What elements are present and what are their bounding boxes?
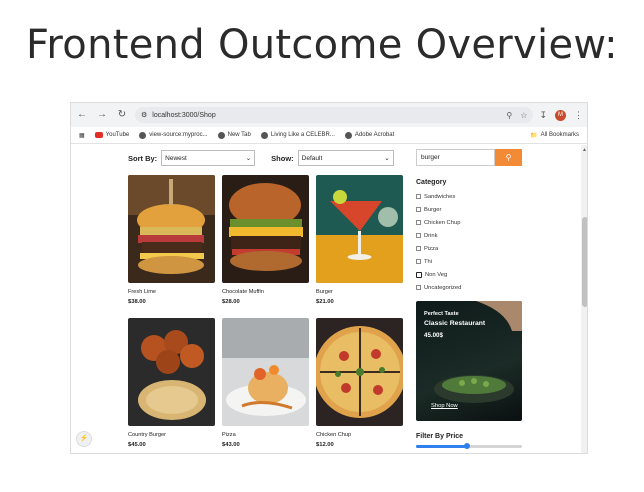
category-title: Category [416, 179, 447, 186]
promo-title: Classic Restaurant [424, 320, 486, 327]
product-price: $38.00 [128, 299, 146, 305]
show-select[interactable]: Default ⌄ [297, 150, 394, 166]
search-input[interactable]: burger [416, 149, 495, 166]
search-button[interactable]: ⚲ [495, 149, 522, 166]
category-checkbox[interactable] [416, 207, 421, 212]
globe-icon [344, 131, 352, 139]
product-name[interactable]: Country Burger [128, 432, 215, 438]
bolt-icon[interactable]: ⚡ [76, 431, 92, 447]
category-item[interactable]: Thi [416, 255, 526, 268]
apps-icon[interactable]: ▦ [79, 132, 85, 139]
category-item[interactable]: Pizza [416, 242, 526, 255]
product-image[interactable] [222, 318, 309, 426]
back-icon[interactable]: ← [75, 108, 89, 122]
show-label: Show: [271, 153, 294, 163]
product-card[interactable]: Burger $21.00 [316, 175, 403, 305]
bookmark-star-icon[interactable]: ☆ [520, 111, 527, 120]
category-checkbox[interactable] [416, 246, 421, 251]
bookmark-youtube[interactable]: YouTube [94, 132, 129, 138]
category-item[interactable]: Chicken Chup [416, 216, 526, 229]
category-checkbox[interactable] [416, 285, 421, 290]
shop-page: Sort By: Newest ⌄ Show: Default ⌄ Fresh … [71, 145, 587, 453]
avatar[interactable]: M [555, 109, 566, 121]
menu-icon[interactable]: ⋮ [574, 110, 583, 121]
product-price: $45.00 [128, 442, 146, 448]
shop-now-link[interactable]: Shop Now [431, 403, 458, 409]
sort-label: Sort By: [128, 153, 158, 163]
shop-sidebar: burger ⚲ Category Sandwiches Burger Chic… [416, 149, 526, 449]
download-icon[interactable]: ↧ [539, 110, 547, 121]
bookmarks-bar: ▦ YouTube view-source:myproc... New Tab … [71, 127, 587, 144]
chevron-down-icon: ⌄ [245, 155, 252, 162]
scrollbar[interactable]: ▲ [581, 145, 587, 453]
product-name[interactable]: Chocolate Muffin [222, 289, 309, 295]
product-card[interactable]: Pizza $43.00 [222, 318, 309, 448]
product-name[interactable]: Fresh Lime [128, 289, 215, 295]
product-price: $12.00 [316, 442, 334, 448]
category-checkbox[interactable] [416, 220, 421, 225]
address-bar[interactable]: ⚙ localhost:3000/Shop ⚲ ☆ [135, 107, 534, 123]
folder-icon: 📁 [530, 132, 538, 139]
product-name[interactable]: Chicken Chup [316, 432, 403, 438]
product-price: $21.00 [316, 299, 334, 305]
bookmark-view-source[interactable]: view-source:myproc... [139, 131, 208, 139]
category-checkbox[interactable] [416, 194, 421, 199]
category-item[interactable]: Non Veg [416, 268, 526, 281]
sort-select[interactable]: Newest ⌄ [161, 150, 256, 166]
scroll-up-icon[interactable]: ▲ [582, 147, 587, 153]
category-checkbox[interactable] [416, 233, 421, 238]
globe-icon [217, 131, 225, 139]
category-item[interactable]: Sandwiches [416, 190, 526, 203]
category-item[interactable]: Drink [416, 229, 526, 242]
product-image[interactable] [222, 175, 309, 283]
globe-icon [139, 131, 147, 139]
category-list: Sandwiches Burger Chicken Chup Drink Piz… [416, 190, 526, 294]
product-card[interactable]: Country Burger $45.00 [128, 318, 215, 448]
chevron-down-icon: ⌄ [384, 155, 390, 162]
globe-icon [260, 131, 268, 139]
url-text: localhost:3000/Shop [152, 111, 216, 119]
product-card[interactable]: Fresh Lime $38.00 [128, 175, 215, 305]
forward-icon[interactable]: → [95, 108, 109, 122]
site-info-icon[interactable]: ⚙ [141, 111, 147, 119]
product-image[interactable] [316, 175, 403, 283]
product-price: $43.00 [222, 442, 240, 448]
price-slider-fill [416, 445, 467, 448]
bookmark-new-tab[interactable]: New Tab [217, 131, 251, 139]
promo-price: 45.00$ [424, 332, 443, 339]
product-image[interactable] [316, 318, 403, 426]
product-image[interactable] [128, 318, 215, 426]
bookmark-living-like[interactable]: Living Like a CELEBR... [260, 131, 335, 139]
product-name[interactable]: Burger [316, 289, 403, 295]
scrollbar-thumb[interactable] [582, 217, 587, 307]
category-item[interactable]: Uncategorized [416, 281, 526, 294]
zoom-icon[interactable]: ⚲ [506, 111, 512, 120]
promo-tag: Perfect Taste [424, 311, 459, 317]
product-card[interactable]: Chocolate Muffin $28.00 [222, 175, 309, 305]
browser-toolbar: ← → ↻ ⚙ localhost:3000/Shop ⚲ ☆ ↧ M ⋮ [71, 103, 587, 127]
reload-icon[interactable]: ↻ [115, 108, 129, 122]
product-name[interactable]: Pizza [222, 432, 309, 438]
product-card[interactable]: Chicken Chup $12.00 [316, 318, 403, 448]
category-item[interactable]: Burger [416, 203, 526, 216]
search-box: burger ⚲ [416, 149, 526, 166]
price-slider-handle[interactable] [463, 443, 470, 449]
filter-title: Filter By Price [416, 433, 464, 440]
product-price: $28.00 [222, 299, 240, 305]
price-slider[interactable] [416, 443, 522, 449]
search-icon: ⚲ [505, 153, 512, 162]
browser-window: ← → ↻ ⚙ localhost:3000/Shop ⚲ ☆ ↧ M ⋮ ▦ … [70, 102, 588, 454]
product-image[interactable] [128, 175, 215, 283]
category-checkbox[interactable] [416, 271, 422, 278]
slide-title: Frontend Outcome Overview: [26, 22, 618, 68]
youtube-icon [94, 132, 103, 138]
category-checkbox[interactable] [416, 259, 421, 264]
bookmark-adobe[interactable]: Adobe Acrobat [344, 131, 394, 139]
sort-bar: Sort By: Newest ⌄ Show: Default ⌄ [128, 149, 408, 167]
promo-banner: Perfect Taste Classic Restaurant 45.00$ … [416, 301, 522, 421]
all-bookmarks[interactable]: 📁 All Bookmarks [530, 132, 579, 139]
